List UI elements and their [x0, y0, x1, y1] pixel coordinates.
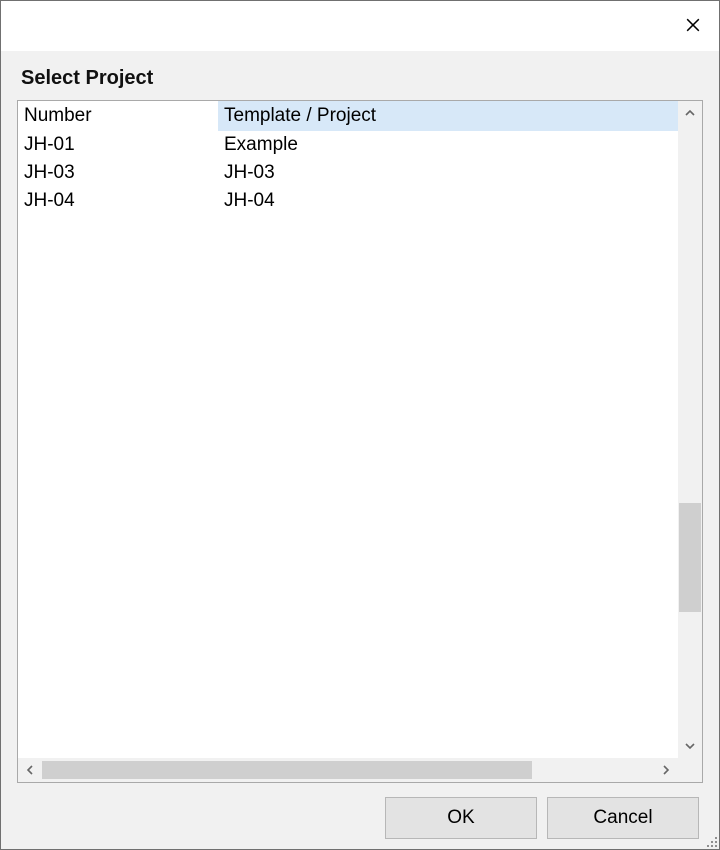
cancel-button[interactable]: Cancel — [547, 797, 699, 839]
resize-grip — [701, 831, 717, 847]
table-row[interactable]: JH-03 JH-03 — [18, 159, 678, 187]
dialog-window: Select Project Number Template / Project… — [0, 0, 720, 850]
horizontal-scroll-thumb[interactable] — [42, 761, 532, 779]
table-scroll-wrap: Number Template / Project JH-01 Example … — [18, 101, 702, 758]
titlebar — [1, 1, 719, 51]
cell-number: JH-01 — [18, 134, 218, 156]
horizontal-scroll-track[interactable] — [42, 758, 654, 782]
chevron-up-icon — [685, 108, 695, 118]
scroll-right-button[interactable] — [654, 758, 678, 782]
dialog-title: Select Project — [21, 67, 703, 90]
scroll-up-button[interactable] — [678, 101, 702, 125]
project-table: Number Template / Project JH-01 Example … — [17, 100, 703, 783]
cell-number: JH-03 — [18, 162, 218, 184]
vertical-scrollbar[interactable] — [678, 101, 702, 758]
table-body: JH-01 Example JH-03 JH-03 JH-04 JH-04 — [18, 131, 678, 758]
cell-number: JH-04 — [18, 190, 218, 212]
close-icon — [685, 14, 701, 36]
cell-template: JH-04 — [218, 190, 678, 212]
scroll-corner — [678, 758, 702, 782]
vertical-scroll-track[interactable] — [678, 125, 702, 734]
horizontal-scrollbar[interactable] — [18, 758, 702, 782]
chevron-down-icon — [685, 741, 695, 751]
cell-template: JH-03 — [218, 162, 678, 184]
column-header-template[interactable]: Template / Project — [218, 101, 678, 131]
scroll-down-button[interactable] — [678, 734, 702, 758]
close-button[interactable] — [679, 11, 707, 39]
chevron-right-icon — [661, 765, 671, 775]
chevron-left-icon — [25, 765, 35, 775]
table-header: Number Template / Project — [18, 101, 678, 131]
button-row: OK Cancel — [17, 783, 703, 839]
dialog-body: Select Project Number Template / Project… — [1, 51, 719, 849]
table-main: Number Template / Project JH-01 Example … — [18, 101, 678, 758]
scroll-left-button[interactable] — [18, 758, 42, 782]
ok-button[interactable]: OK — [385, 797, 537, 839]
table-row[interactable]: JH-04 JH-04 — [18, 187, 678, 215]
column-header-number[interactable]: Number — [18, 101, 218, 131]
cell-template: Example — [218, 134, 678, 156]
vertical-scroll-thumb[interactable] — [679, 503, 701, 613]
table-row[interactable]: JH-01 Example — [18, 131, 678, 159]
